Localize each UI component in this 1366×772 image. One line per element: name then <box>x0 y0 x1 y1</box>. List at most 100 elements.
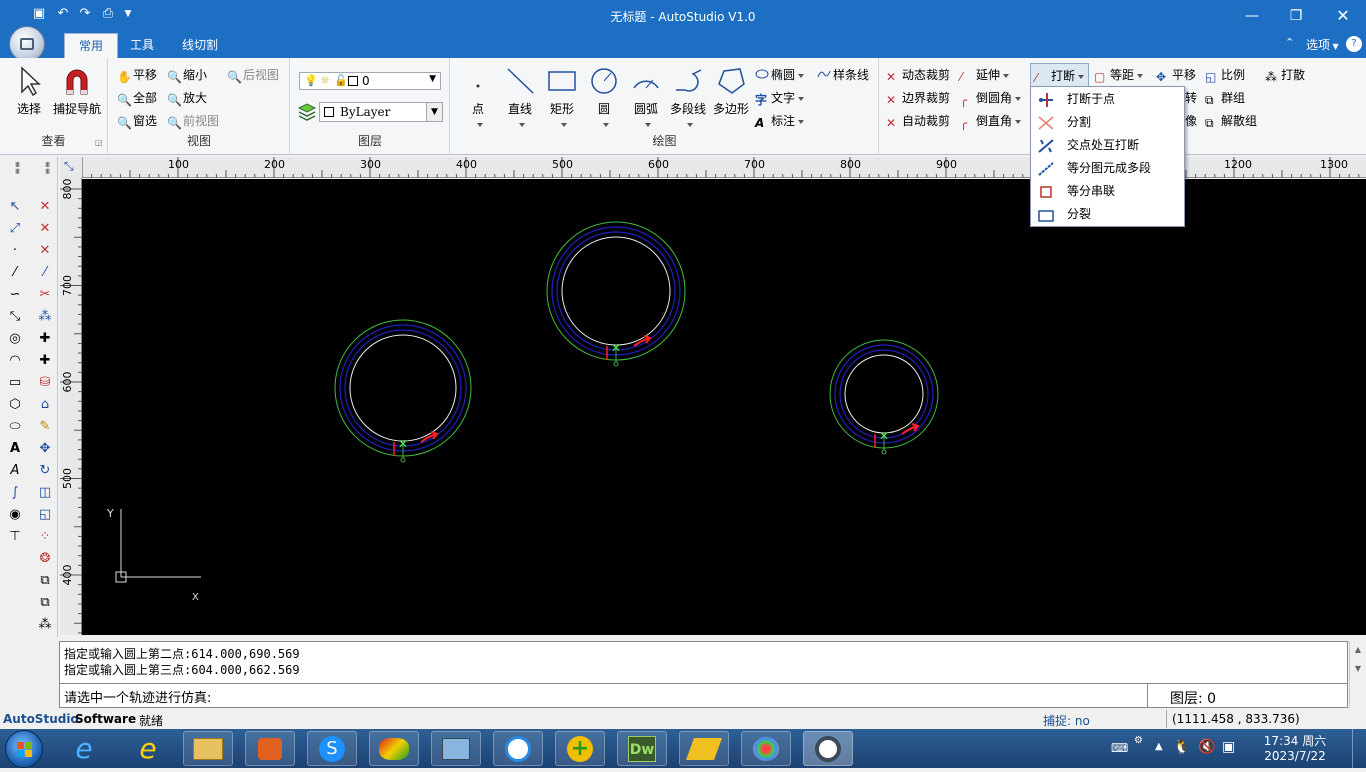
next-view-button[interactable]: 🔍后视图 <box>227 66 279 84</box>
ellipse-tool-icon[interactable]: ⬭ <box>5 417 25 437</box>
mirror-tool-icon[interactable]: ◫ <box>35 483 55 503</box>
zoom-in-button[interactable]: 🔍放大 <box>167 89 207 107</box>
keyboard-tray-icon[interactable]: ⌨ <box>1111 741 1128 755</box>
fill-tool-icon[interactable]: ⛁ <box>35 373 55 393</box>
spline-tool-icon[interactable]: ∫ <box>5 483 25 503</box>
dimension-tool-icon[interactable]: A <box>5 461 25 481</box>
circle-tool-icon[interactable]: ◎ <box>5 329 25 349</box>
explode-button[interactable]: ⁂ 打散 <box>1265 66 1305 84</box>
auto-trim-button[interactable]: ✕ 自动裁剪 <box>886 112 950 130</box>
pencil-tool-icon[interactable]: ✎ <box>35 417 55 437</box>
ellipse-button[interactable]: 椭圆 <box>755 66 805 83</box>
linetype-dropdown-icon[interactable]: ▼ <box>426 103 442 121</box>
sogou-taskbar-icon[interactable]: S <box>307 731 357 766</box>
toolbar-handle[interactable]: ≡≡ <box>6 161 22 191</box>
menu-item-divide[interactable]: 等分图元成多段 <box>1031 157 1184 180</box>
plus-app-taskbar-icon[interactable]: + <box>555 731 605 766</box>
qq-tray-icon[interactable]: 🐧 <box>1173 739 1190 755</box>
extend-button[interactable]: ⁄ 延伸 <box>960 66 1010 84</box>
polygon-tool-icon[interactable]: ⬡ <box>5 395 25 415</box>
circle-part[interactable]: ✕ <box>334 319 472 463</box>
rect-tool-icon[interactable]: ▭ <box>5 373 25 393</box>
ungroup-tool-icon[interactable]: ⧉ <box>35 593 55 613</box>
dyn-trim-button[interactable]: ✕ 动态裁剪 <box>886 66 950 84</box>
spline-button[interactable]: 样条线 <box>817 66 869 83</box>
start-button[interactable] <box>5 730 43 768</box>
clock-date[interactable]: 2023/7/22 <box>1250 749 1340 763</box>
mirror-button[interactable]: 像 <box>1185 112 1197 129</box>
array-tool-icon[interactable]: ⁘ <box>35 527 55 547</box>
layer-manager-icon[interactable] <box>297 102 317 122</box>
tab-tools[interactable]: 工具 <box>116 33 168 58</box>
paint-taskbar-icon[interactable] <box>741 731 791 766</box>
snap-status[interactable]: 捕捉: no <box>1043 712 1090 729</box>
tray-expand-icon[interactable]: ▲ <box>1155 741 1163 752</box>
tray-settings-icon[interactable]: ⚙ <box>1134 735 1143 746</box>
layer-dropdown-icon[interactable]: ▼ <box>429 74 436 84</box>
curve-tool-icon[interactable]: ∽ <box>5 285 25 305</box>
clock-time[interactable]: 17:34 周六 <box>1250 732 1340 749</box>
prev-view-button[interactable]: 🔍前视图 <box>167 112 219 130</box>
ie-icon[interactable]: e <box>66 733 102 765</box>
rotate-button[interactable]: 转 <box>1185 89 1197 106</box>
media-taskbar-icon[interactable] <box>245 731 295 766</box>
scroll-up-icon[interactable]: ▲ <box>1350 645 1366 654</box>
target-tool-icon[interactable]: ◉ <box>5 505 25 525</box>
dreamweaver-taskbar-icon[interactable]: Dw <box>617 731 667 766</box>
help-icon[interactable]: ? <box>1346 36 1362 52</box>
trim3-tool-icon[interactable]: ✕ <box>35 241 55 261</box>
stamp-tool-icon[interactable]: ⊤ <box>5 527 25 547</box>
zoom-window-button[interactable]: 🔍窗选 <box>117 112 157 130</box>
toolbar-handle-2[interactable]: ≡≡ <box>36 161 52 191</box>
group-button[interactable]: ⧉ 群组 <box>1205 89 1245 107</box>
menu-item-split[interactable]: 分割 <box>1031 111 1184 134</box>
divide-tool-icon[interactable]: ⁂ <box>35 307 55 327</box>
explorer-taskbar-icon[interactable] <box>183 731 233 766</box>
app-taskbar-icon[interactable] <box>369 731 419 766</box>
rotate-tool-icon[interactable]: ↻ <box>35 461 55 481</box>
chamfer-button[interactable]: ╭ 倒直角 <box>960 112 1022 130</box>
move-tool-icon[interactable]: ✥ <box>35 439 55 459</box>
circle-button[interactable]: 圆 <box>585 66 623 131</box>
offset-tool-icon[interactable]: ⌂ <box>35 395 55 415</box>
text-button[interactable]: 字文字 <box>755 89 805 107</box>
trim2-tool-icon[interactable]: ✕ <box>35 219 55 239</box>
polyline-tool-icon[interactable]: ⤡ <box>5 307 25 327</box>
group-tool-icon[interactable]: ⧉ <box>35 571 55 591</box>
polyline-button[interactable]: 多段线 <box>667 66 709 131</box>
pan-button[interactable]: ✋平移 <box>117 66 157 84</box>
line-tool-icon[interactable]: ⁄ <box>5 263 25 283</box>
polygon-button[interactable]: 多边形 <box>711 66 751 117</box>
linetype-select[interactable]: ByLayer ▼ <box>319 102 443 122</box>
bound-trim-button[interactable]: ✕ 边界裁剪 <box>886 89 950 107</box>
editor-taskbar-icon[interactable] <box>679 731 729 766</box>
explode-tool-icon[interactable]: ⁂ <box>35 615 55 635</box>
collapse-ribbon-icon[interactable]: ⌃ <box>1285 36 1294 49</box>
menu-item-fission[interactable]: 分裂 <box>1031 203 1184 226</box>
zoom-all-button[interactable]: 🔍全部 <box>117 89 157 107</box>
ie2-icon[interactable]: e <box>130 733 166 765</box>
minimize-button[interactable]: — <box>1239 6 1265 26</box>
edit-node-tool-icon[interactable]: ⤢ <box>5 219 25 239</box>
text-tool-icon[interactable]: A <box>5 439 25 459</box>
scale-tool-icon[interactable]: ◱ <box>35 505 55 525</box>
volume-mute-icon[interactable]: 🔇 <box>1198 739 1215 755</box>
options-menu[interactable]: 选项 ▼ <box>1306 36 1339 53</box>
snap-nav-button[interactable]: 捕捉导航 <box>50 66 104 117</box>
arc-tool-icon[interactable]: ◠ <box>5 351 25 371</box>
control-panel-taskbar-icon[interactable] <box>431 731 481 766</box>
cloud-taskbar-icon[interactable] <box>493 731 543 766</box>
show-desktop-button[interactable] <box>1352 729 1366 768</box>
menu-item-break-at-point[interactable]: 打断于点 <box>1031 88 1184 111</box>
menu-item-chain-divide[interactable]: 等分串联 <box>1031 180 1184 203</box>
circle-part[interactable]: ✕ <box>546 221 686 367</box>
circle-array-tool-icon[interactable]: ❂ <box>35 549 55 569</box>
menu-item-intersect-break[interactable]: 交点处互打断 <box>1031 134 1184 157</box>
command-input[interactable]: 请选中一个轨迹进行仿真: <box>60 684 1147 707</box>
cross2-tool-icon[interactable]: ✚ <box>35 351 55 371</box>
zoom-out-button[interactable]: 🔍缩小 <box>167 66 207 84</box>
restore-button[interactable]: ❐ <box>1283 6 1309 26</box>
offset-button[interactable]: ▢ 等距 <box>1094 66 1144 84</box>
point-tool-icon[interactable]: · <box>5 241 25 261</box>
cross-tool-icon[interactable]: ✚ <box>35 329 55 349</box>
